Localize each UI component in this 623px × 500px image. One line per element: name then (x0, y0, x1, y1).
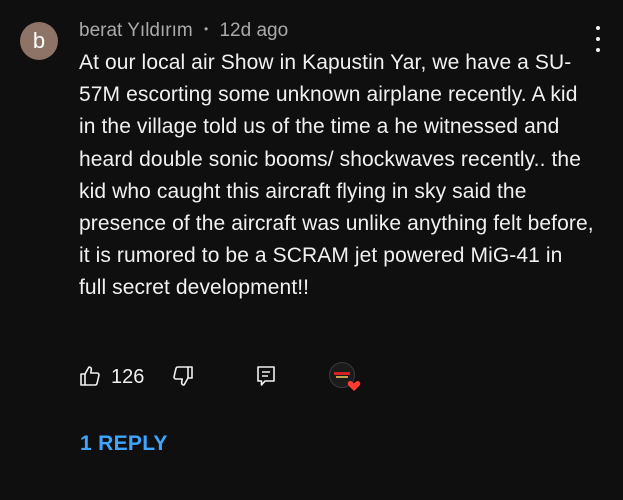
creator-heart-icon (329, 362, 361, 391)
view-replies-button[interactable]: 1 REPLY (80, 432, 168, 456)
more-dot (596, 37, 600, 41)
reply-icon (257, 366, 275, 386)
meta-separator: • (203, 22, 209, 36)
comment-actions: 126 (0, 360, 623, 394)
author-name[interactable]: berat Yıldırım (79, 20, 193, 41)
creator-heart-badge[interactable] (328, 361, 361, 391)
dislike-button[interactable] (171, 364, 195, 393)
more-dot (596, 26, 600, 30)
like-count: 126 (111, 366, 145, 388)
avatar-letter: b (32, 28, 46, 53)
comment-timestamp[interactable]: 12d ago (219, 20, 288, 41)
comment-text: At our local air Show in Kapustin Yar, w… (79, 51, 594, 300)
like-button[interactable] (78, 364, 102, 393)
thumbs-down-icon (173, 366, 193, 386)
thumbs-up-icon (80, 366, 100, 386)
more-dot (596, 48, 600, 52)
avatar[interactable]: b (20, 22, 58, 60)
comment-meta: berat Yıldırım • 12d ago (79, 19, 288, 44)
reply-button[interactable] (254, 364, 278, 393)
